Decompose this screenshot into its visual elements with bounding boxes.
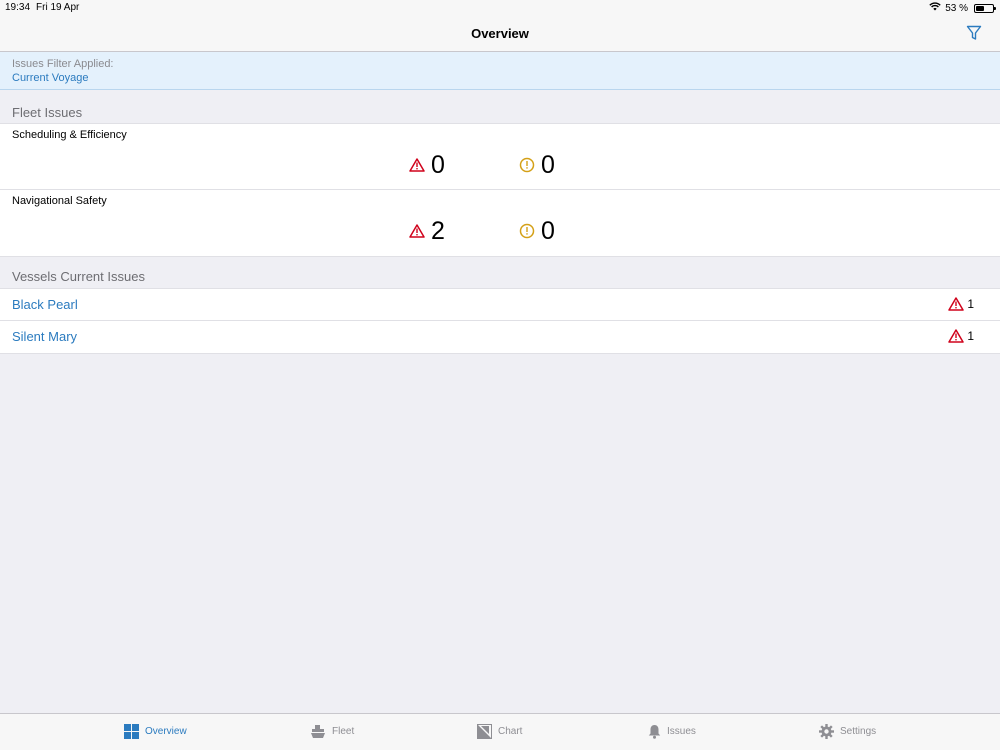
alert-triangle-icon (409, 224, 425, 238)
vessels-issues-header: Vessels Current Issues (12, 269, 145, 284)
tab-bar: Overview Fleet Chart Issues Settings (0, 713, 1000, 750)
vessel-alert-badge: 1 (948, 329, 974, 343)
status-time: 19:34 (5, 2, 31, 13)
tab-label: Issues (667, 726, 696, 737)
battery-fill (976, 5, 985, 11)
fleet-issue-title: Scheduling & Efficiency (12, 129, 127, 141)
ship-icon (311, 725, 325, 738)
alert-triangle-icon (409, 158, 425, 172)
tab-overview[interactable]: Overview (124, 724, 187, 739)
tab-fleet[interactable]: Fleet (310, 724, 354, 739)
battery-icon (974, 3, 996, 13)
filter-button[interactable] (966, 25, 982, 41)
vessel-alert-badge: 1 (948, 297, 974, 311)
fleet-issue-title: Navigational Safety (12, 195, 107, 207)
fleet-issues-header: Fleet Issues (12, 105, 83, 120)
alert-triangle-icon (948, 297, 965, 311)
page-title: Overview (471, 26, 529, 41)
filter-banner[interactable]: Issues Filter Applied: Current Voyage (0, 52, 1000, 90)
grid-icon (124, 724, 139, 739)
vessel-alert-count: 1 (967, 297, 974, 311)
status-bar: 19:34 Fri 19 Apr 53 % (0, 0, 1000, 14)
tab-issues[interactable]: Issues (648, 724, 696, 739)
wifi-icon (929, 2, 941, 14)
warning-count-group: 0 (519, 151, 555, 179)
filter-label: Issues Filter Applied: (12, 58, 114, 70)
warning-circle-icon (519, 157, 535, 173)
alert-triangle-icon (948, 329, 965, 343)
alert-count-group: 2 (409, 217, 445, 245)
chart-icon (477, 724, 492, 739)
vessel-alert-count: 1 (967, 329, 974, 343)
status-indicators: 53 % (929, 2, 996, 14)
tab-label: Overview (145, 726, 187, 737)
filter-value: Current Voyage (12, 72, 89, 84)
warning-count-group: 0 (519, 217, 555, 245)
gear-icon (819, 724, 834, 739)
navigation-bar: Overview (0, 14, 1000, 52)
warning-circle-icon (519, 223, 535, 239)
fleet-issue-row-navigational[interactable]: Navigational Safety 2 0 (0, 190, 1000, 256)
vessel-row-black-pearl[interactable]: Black Pearl 1 (0, 289, 1000, 321)
tab-label: Fleet (332, 726, 355, 737)
warning-count: 0 (541, 151, 555, 179)
alert-count: 2 (431, 217, 445, 245)
status-date: Fri 19 Apr (36, 2, 80, 13)
tab-settings[interactable]: Settings (819, 724, 876, 739)
vessel-name: Black Pearl (12, 297, 78, 312)
warning-count: 0 (541, 217, 555, 245)
filter-icon (966, 25, 982, 40)
alert-count: 0 (431, 151, 445, 179)
tab-label: Settings (840, 726, 877, 737)
tab-label: Chart (498, 726, 523, 737)
bell-icon (648, 725, 661, 739)
fleet-issue-row-scheduling[interactable]: Scheduling & Efficiency 0 0 (0, 124, 1000, 190)
fleet-issues-table: Scheduling & Efficiency 0 0 Navigational… (0, 123, 1000, 257)
vessel-row-silent-mary[interactable]: Silent Mary 1 (0, 321, 1000, 353)
tab-chart[interactable]: Chart (477, 724, 522, 739)
vessel-name: Silent Mary (12, 329, 78, 344)
battery-percentage: 53 % (945, 2, 968, 14)
vessel-list: Black Pearl 1 Silent Mary 1 (0, 288, 1000, 354)
alert-count-group: 0 (409, 151, 445, 179)
